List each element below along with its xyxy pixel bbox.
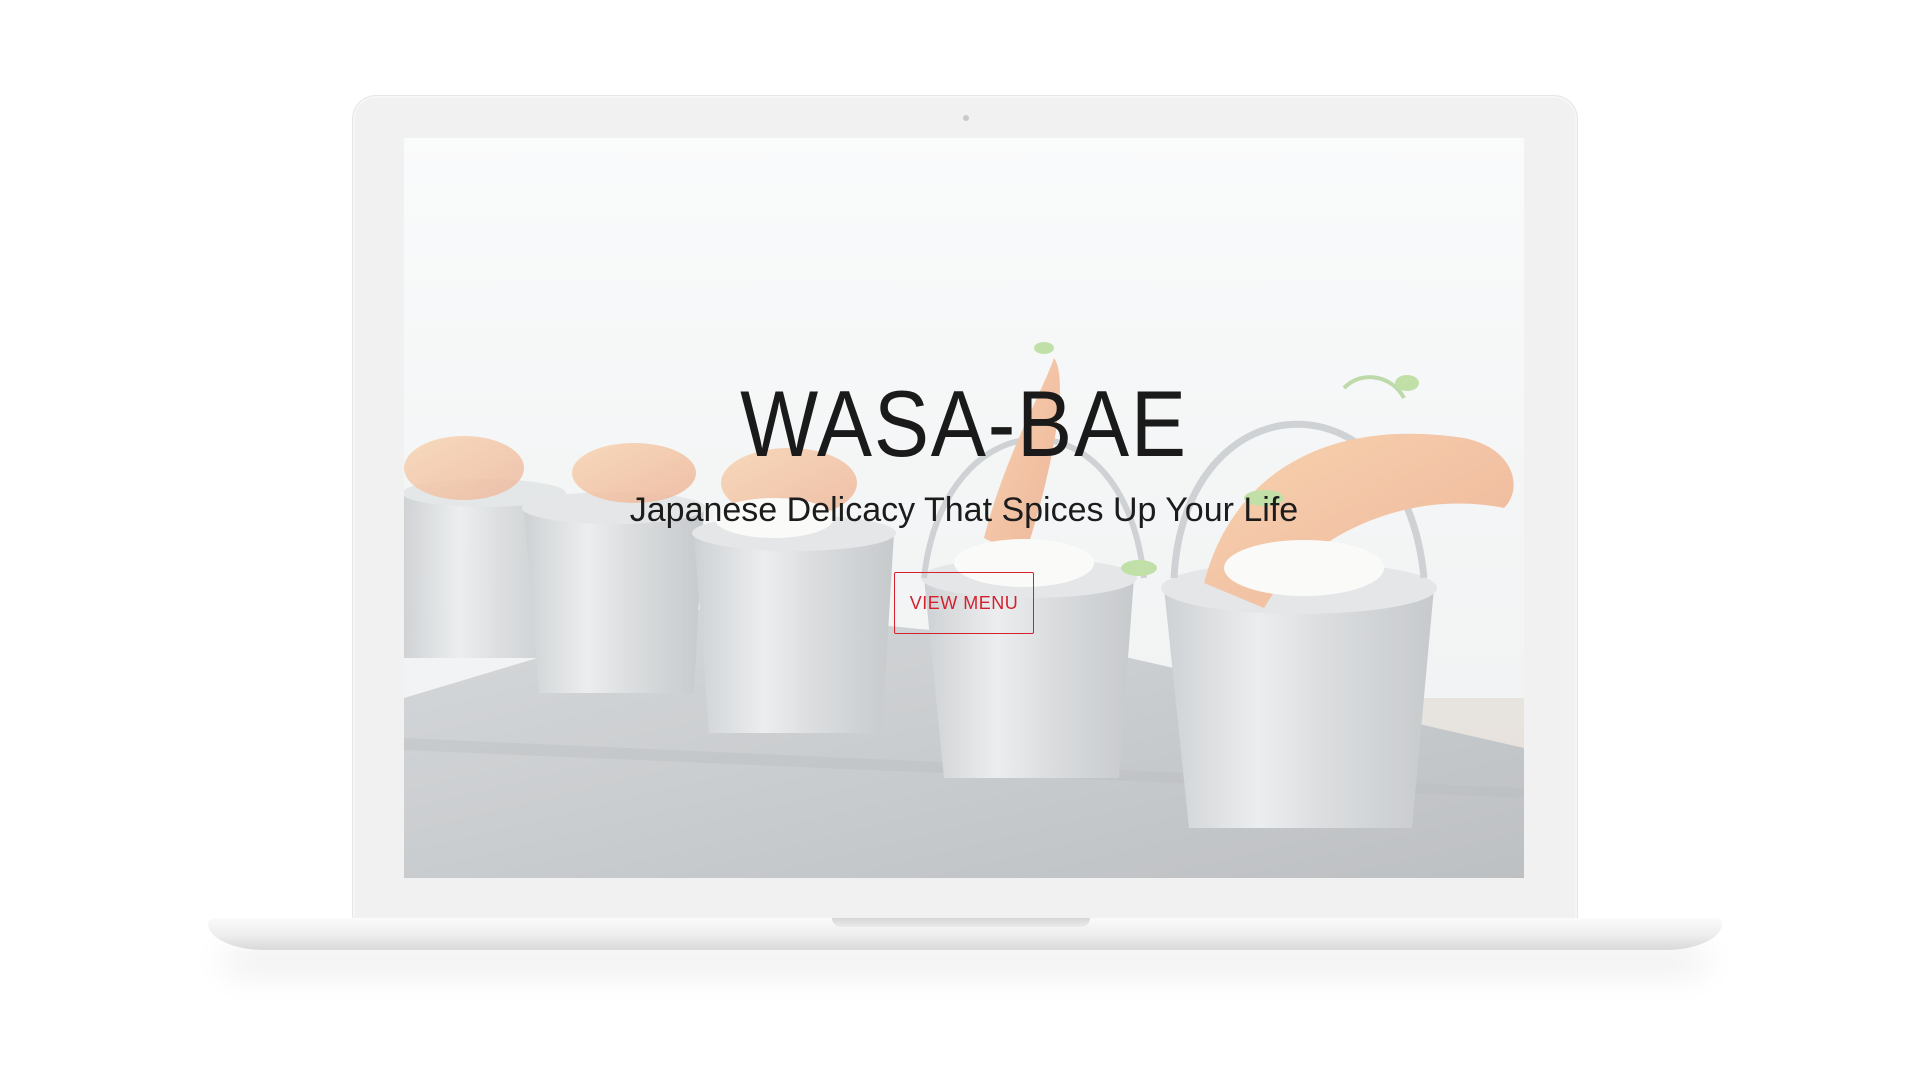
page: WASA-BAE Japanese Delicacy That Spices U…: [0, 0, 1920, 1080]
view-menu-button[interactable]: VIEW MENU: [894, 572, 1034, 634]
laptop-base: [208, 918, 1722, 950]
camera-icon: [963, 115, 969, 121]
laptop-opening-notch: [832, 918, 1090, 927]
site-title: WASA-BAE: [740, 371, 1188, 476]
site-tagline: Japanese Delicacy That Spices Up Your Li…: [629, 491, 1299, 529]
hero-content: WASA-BAE Japanese Delicacy That Spices U…: [404, 138, 1524, 878]
website-screen: WASA-BAE Japanese Delicacy That Spices U…: [404, 138, 1524, 878]
